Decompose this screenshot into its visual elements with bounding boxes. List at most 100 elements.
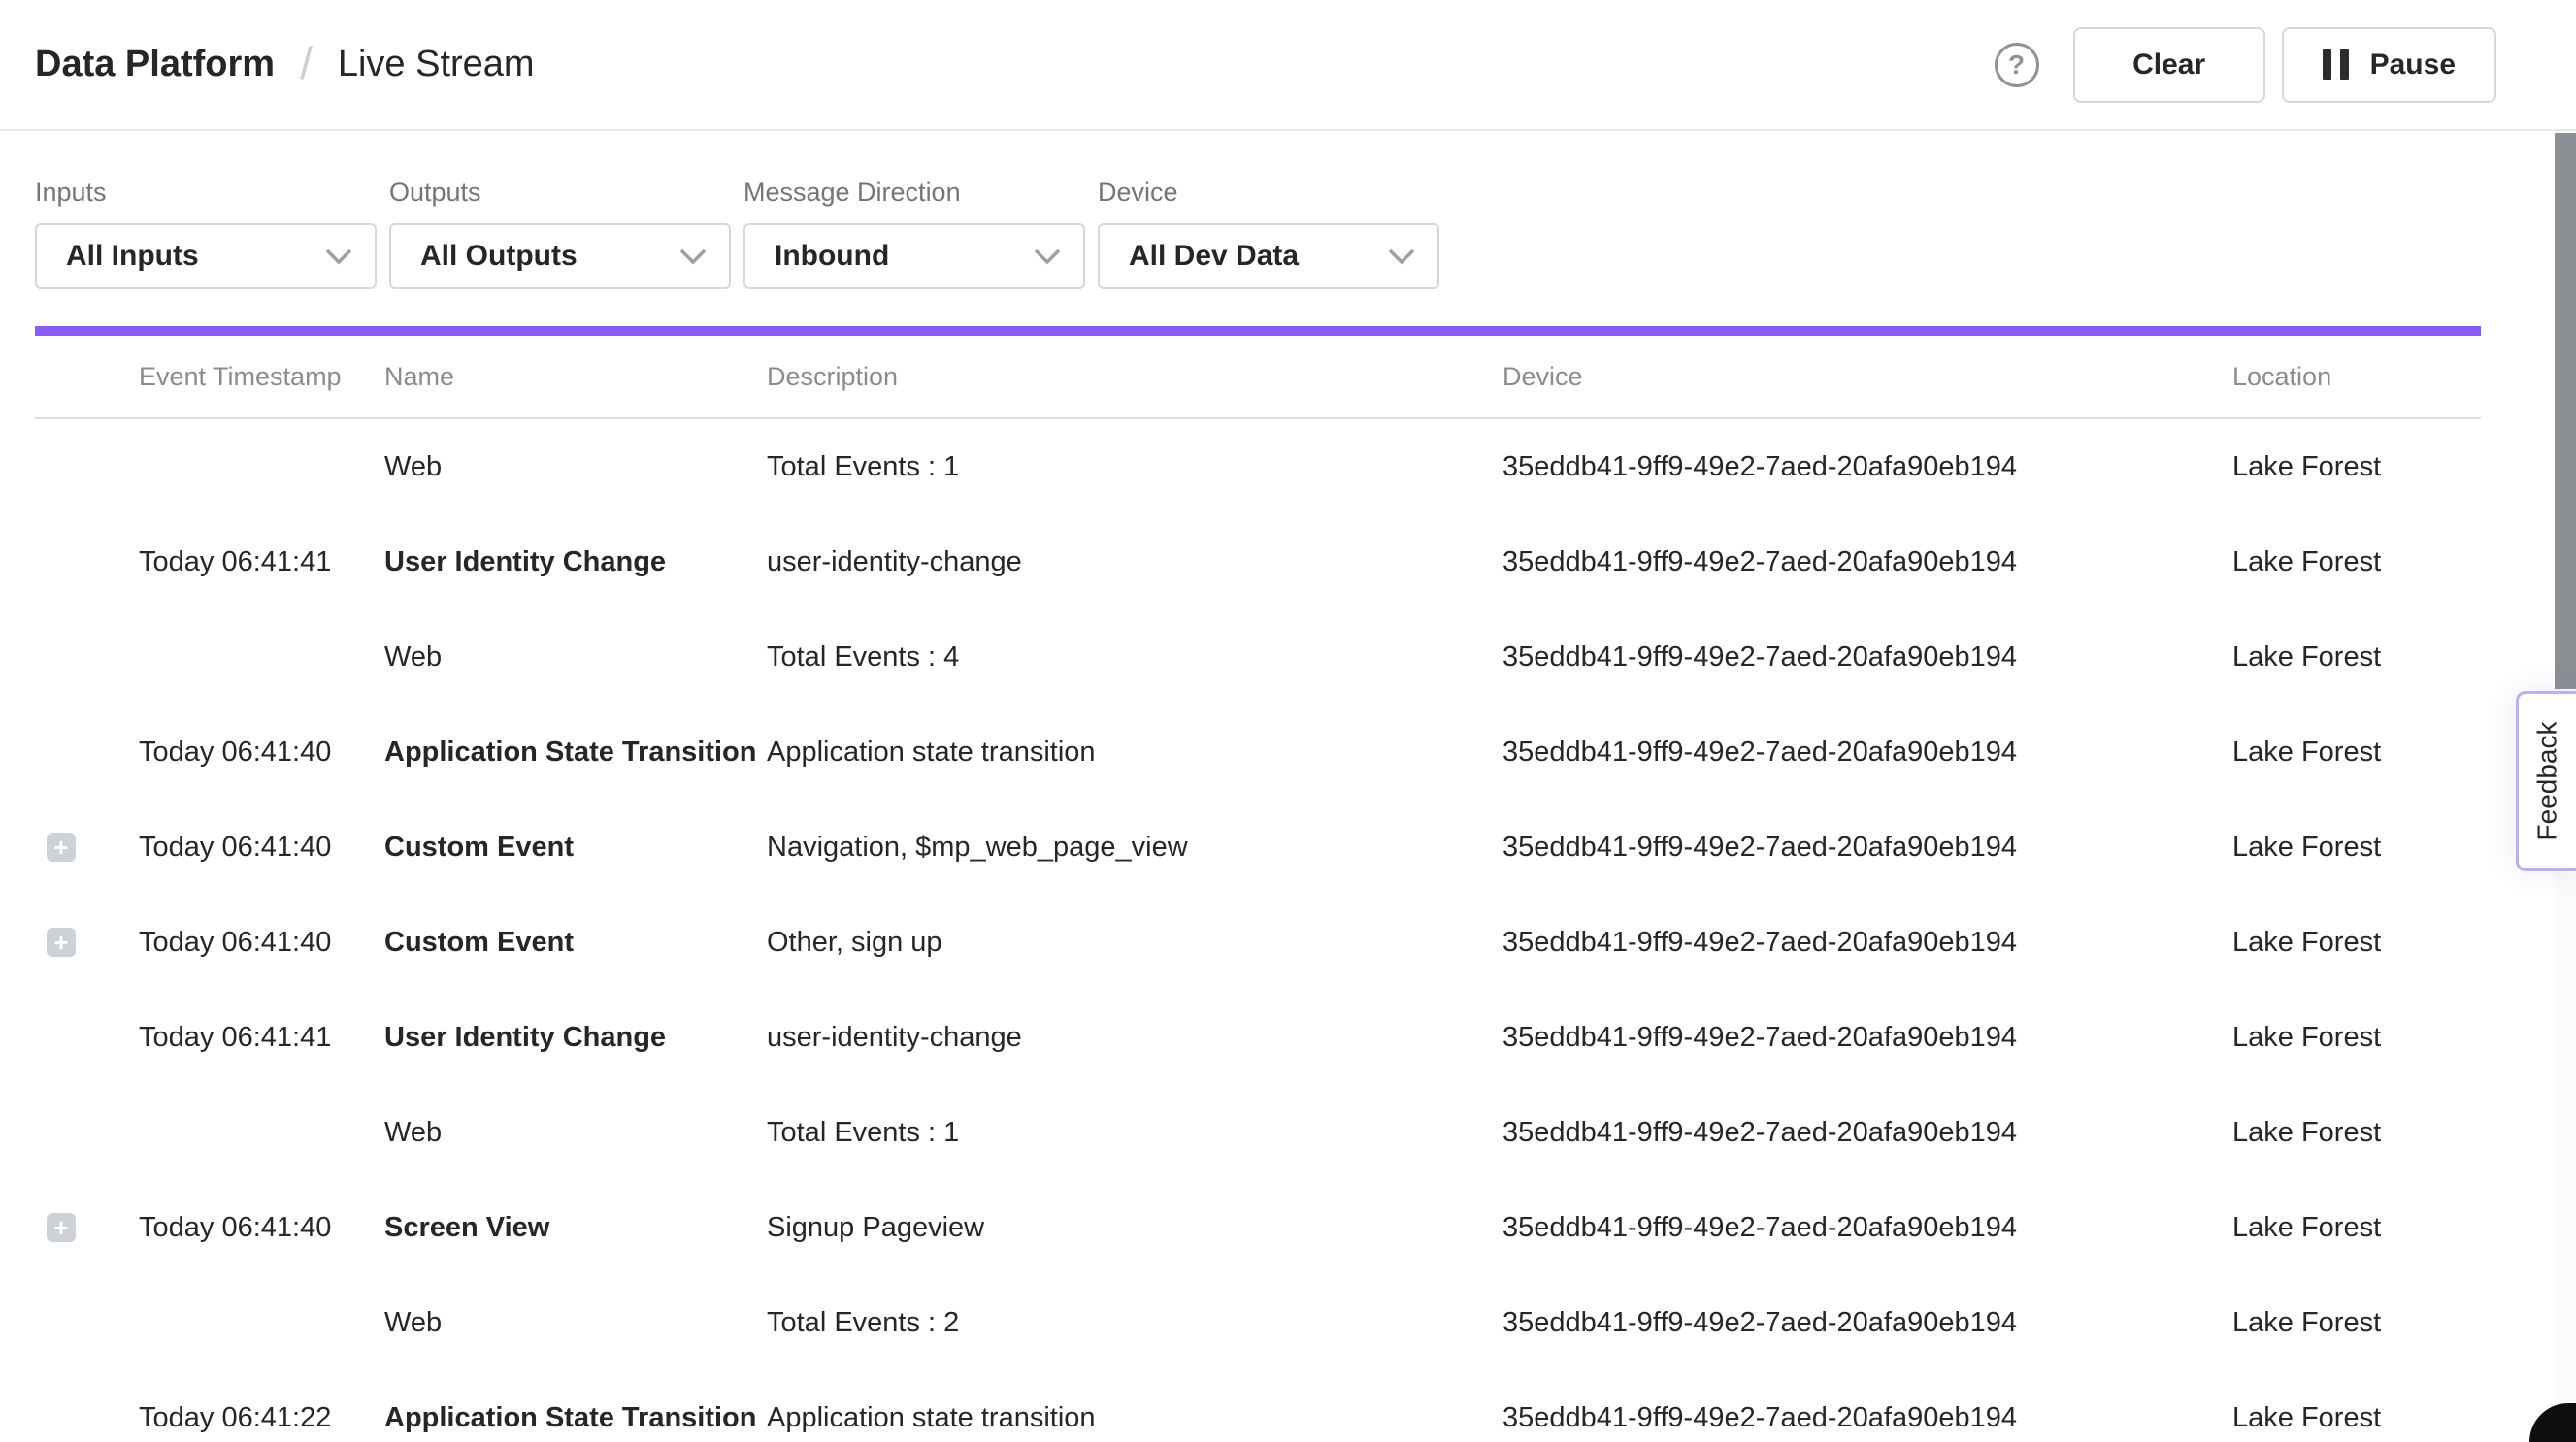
filter-message-direction-label: Message Direction <box>743 178 1085 208</box>
filter-message-direction: Message Direction Inbound <box>743 178 1085 289</box>
outputs-dropdown[interactable]: All Outputs <box>389 223 731 289</box>
cell-device: 35eddb41-9ff9-49e2-7aed-20afa90eb194 <box>1503 451 2232 483</box>
col-device: Device <box>1503 362 2232 392</box>
cell-name: Web <box>384 641 767 673</box>
cell-timestamp: Today 06:41:41 <box>139 546 384 578</box>
cell-description: user-identity-change <box>767 546 1503 578</box>
cell-description: Total Events : 4 <box>767 641 1503 673</box>
filter-device-label: Device <box>1098 178 1439 208</box>
col-location: Location <box>2232 362 2481 392</box>
cell-location: Lake Forest <box>2232 1402 2481 1434</box>
device-dropdown-value: All Dev Data <box>1129 240 1299 273</box>
breadcrumb-section[interactable]: Data Platform <box>35 44 275 85</box>
cell-location: Lake Forest <box>2232 1307 2481 1339</box>
table-row[interactable]: + Today 06:41:41 User Identity Change us… <box>35 990 2481 1085</box>
table-row[interactable]: + Web Total Events : 1 35eddb41-9ff9-49e… <box>35 1085 2481 1180</box>
col-event-timestamp: Event Timestamp <box>139 362 384 392</box>
filter-device: Device All Dev Data <box>1098 178 1439 289</box>
table-row[interactable]: + Today 06:41:22 Application State Trans… <box>35 1370 2481 1442</box>
header-actions: ? Clear Pause <box>1995 27 2496 103</box>
cell-device: 35eddb41-9ff9-49e2-7aed-20afa90eb194 <box>1503 927 2232 959</box>
chevron-down-icon <box>1387 246 1416 266</box>
breadcrumb: Data Platform / Live Stream <box>35 39 535 91</box>
cell-name: Web <box>384 451 767 483</box>
message-direction-dropdown[interactable]: Inbound <box>743 223 1085 289</box>
cell-location: Lake Forest <box>2232 1117 2481 1149</box>
help-icon[interactable]: ? <box>1995 43 2039 87</box>
cell-location: Lake Forest <box>2232 451 2481 483</box>
filter-outputs-label: Outputs <box>389 178 731 208</box>
event-stream-table: Event Timestamp Name Description Device … <box>35 336 2481 1442</box>
cell-timestamp: Today 06:41:40 <box>139 832 384 864</box>
filter-outputs: Outputs All Outputs <box>389 178 731 289</box>
clear-button[interactable]: Clear <box>2073 27 2265 103</box>
cell-timestamp: Today 06:41:22 <box>139 1402 384 1434</box>
device-dropdown[interactable]: All Dev Data <box>1098 223 1439 289</box>
table-header-row: Event Timestamp Name Description Device … <box>35 336 2481 419</box>
table-row[interactable]: + Today 06:41:40 Application State Trans… <box>35 705 2481 800</box>
cell-device: 35eddb41-9ff9-49e2-7aed-20afa90eb194 <box>1503 641 2232 673</box>
cell-description: Application state transition <box>767 1402 1503 1434</box>
expand-icon[interactable]: + <box>47 1213 76 1242</box>
filter-bar: Inputs All Inputs Outputs All Outputs Me… <box>0 131 2576 289</box>
cell-description: Other, sign up <box>767 927 1503 959</box>
page-title: Live Stream <box>338 44 535 85</box>
table-row[interactable]: + Today 06:41:40 Custom Event Other, sig… <box>35 895 2481 990</box>
cell-location: Lake Forest <box>2232 1212 2481 1244</box>
cell-name: Web <box>384 1307 767 1339</box>
cell-device: 35eddb41-9ff9-49e2-7aed-20afa90eb194 <box>1503 1307 2232 1339</box>
expand-icon[interactable]: + <box>47 928 76 957</box>
inputs-dropdown-value: All Inputs <box>66 240 199 273</box>
pause-button[interactable]: Pause <box>2282 27 2496 103</box>
cell-name: Application State Transition <box>384 737 767 769</box>
inputs-dropdown[interactable]: All Inputs <box>35 223 377 289</box>
cell-description: Total Events : 1 <box>767 451 1503 483</box>
cell-name: Application State Transition <box>384 1402 767 1434</box>
cell-name: Custom Event <box>384 832 767 864</box>
cell-name: Screen View <box>384 1212 767 1244</box>
table-row[interactable]: + Today 06:41:40 Screen View Signup Page… <box>35 1180 2481 1275</box>
pause-icon <box>2323 49 2349 80</box>
filter-inputs-label: Inputs <box>35 178 377 208</box>
message-direction-dropdown-value: Inbound <box>775 240 889 273</box>
table-row[interactable]: + Web Total Events : 1 35eddb41-9ff9-49e… <box>35 419 2481 514</box>
expand-icon[interactable]: + <box>47 833 76 862</box>
cell-description: Signup Pageview <box>767 1212 1503 1244</box>
col-description: Description <box>767 362 1503 392</box>
live-stream-page: Data Platform / Live Stream ? Clear Paus… <box>0 0 2576 1442</box>
outputs-dropdown-value: All Outputs <box>420 240 578 273</box>
cell-name: Custom Event <box>384 927 767 959</box>
feedback-tab[interactable]: Feedback <box>2516 691 2576 871</box>
cell-timestamp: Today 06:41:40 <box>139 927 384 959</box>
cell-location: Lake Forest <box>2232 737 2481 769</box>
cell-device: 35eddb41-9ff9-49e2-7aed-20afa90eb194 <box>1503 832 2232 864</box>
cell-description: Total Events : 1 <box>767 1117 1503 1149</box>
table-row[interactable]: + Web Total Events : 4 35eddb41-9ff9-49e… <box>35 609 2481 705</box>
cell-name: Web <box>384 1117 767 1149</box>
cell-location: Lake Forest <box>2232 641 2481 673</box>
cell-location: Lake Forest <box>2232 1022 2481 1054</box>
cell-timestamp: Today 06:41:40 <box>139 737 384 769</box>
table-row[interactable]: + Web Total Events : 2 35eddb41-9ff9-49e… <box>35 1275 2481 1370</box>
table-row[interactable]: + Today 06:41:40 Custom Event Navigation… <box>35 800 2481 895</box>
chat-widget-corner[interactable] <box>2529 1403 2576 1442</box>
cell-device: 35eddb41-9ff9-49e2-7aed-20afa90eb194 <box>1503 1402 2232 1434</box>
cell-description: user-identity-change <box>767 1022 1503 1054</box>
breadcrumb-separator: / <box>300 37 313 89</box>
chevron-down-icon <box>324 246 353 266</box>
col-name: Name <box>384 362 767 392</box>
accent-divider <box>35 326 2481 336</box>
cell-device: 35eddb41-9ff9-49e2-7aed-20afa90eb194 <box>1503 1117 2232 1149</box>
filter-inputs: Inputs All Inputs <box>35 178 377 289</box>
chevron-down-icon <box>678 246 708 266</box>
scrollbar-thumb[interactable] <box>2555 133 2576 689</box>
cell-device: 35eddb41-9ff9-49e2-7aed-20afa90eb194 <box>1503 737 2232 769</box>
cell-device: 35eddb41-9ff9-49e2-7aed-20afa90eb194 <box>1503 1212 2232 1244</box>
cell-description: Application state transition <box>767 737 1503 769</box>
chevron-down-icon <box>1033 246 1062 266</box>
cell-device: 35eddb41-9ff9-49e2-7aed-20afa90eb194 <box>1503 546 2232 578</box>
cell-name: User Identity Change <box>384 546 767 578</box>
cell-timestamp: Today 06:41:40 <box>139 1212 384 1244</box>
table-row[interactable]: + Today 06:41:41 User Identity Change us… <box>35 514 2481 609</box>
cell-name: User Identity Change <box>384 1022 767 1054</box>
